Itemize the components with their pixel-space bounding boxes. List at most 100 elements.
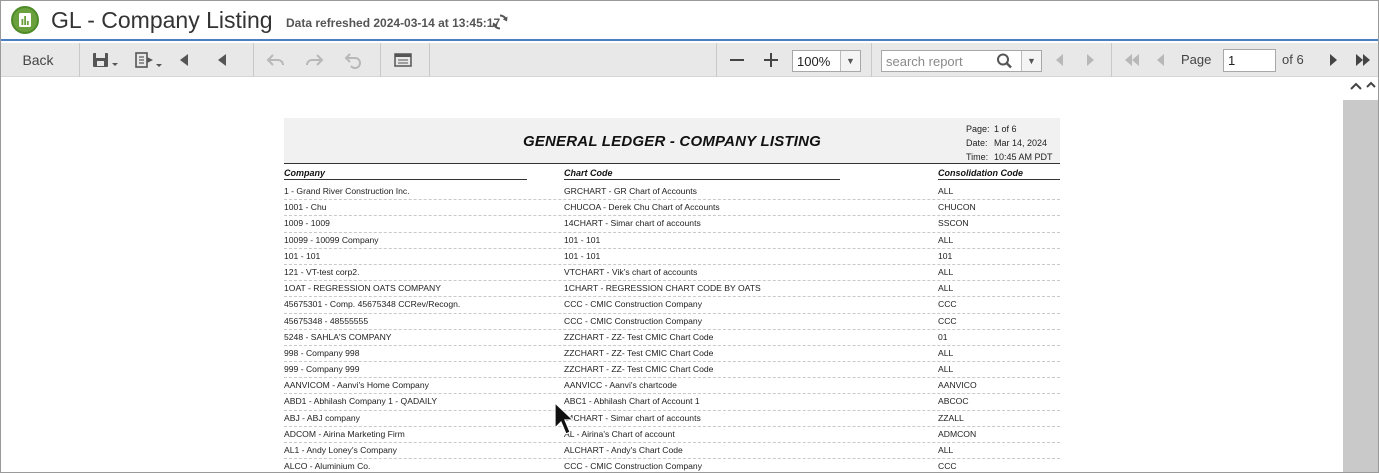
toggle-panel-icon (394, 53, 412, 67)
chart-code-cell: AL - Airina's Chart of account (564, 428, 675, 439)
search-icon[interactable] (995, 52, 1015, 70)
table-row: 1OAT - REGRESSION OATS COMPANY 1CHART - R… (284, 281, 1060, 298)
page-label: Page (1181, 52, 1212, 67)
table-row: 45675348 - 48555555 CCC - CMIC Constructi… (284, 314, 1060, 330)
chevron-down-icon[interactable]: ▼ (840, 51, 860, 71)
zoom-out-button[interactable] (725, 43, 749, 77)
page-title: GL - Company Listing (51, 7, 273, 33)
company-cell: AL1 - Andy Loney's Company (284, 445, 397, 455)
table-row: ABD1 - Abhilash Company 1 - QADAILY ABC1 … (284, 394, 1060, 411)
page-number-input[interactable] (1228, 53, 1272, 68)
report-header: GENERAL LEDGER - COMPANY LISTING Page: 1 … (284, 118, 1060, 164)
table-row: 5248 - SAHLA'S COMPANY ZZCHART - ZZ- Test… (284, 330, 1060, 346)
chart-code-cell: VTCHART - Vik's chart of accounts (564, 266, 698, 277)
consolidation-code-cell: 01 (938, 331, 948, 342)
report-toolbar: Back 100% ▼ search report ▼ Page 1 of 6 (1, 43, 1378, 77)
consolidation-code-cell: ALL (938, 186, 954, 196)
page-number-field[interactable] (1223, 49, 1276, 72)
chart-code-cell: 14CHART - Simar chart of accounts (564, 218, 701, 229)
app-logo-icon (11, 6, 39, 34)
chart-code-cell: CCC - CMIC Construction Company (564, 299, 703, 310)
consolidation-code-cell: ALL (938, 234, 954, 245)
find-prev-button[interactable] (1051, 43, 1069, 77)
export-button[interactable] (129, 43, 167, 77)
company-cell: 10099 - 10099 Company (284, 234, 379, 245)
search-input[interactable] (886, 53, 994, 69)
table-row: 999 - Company 999 ZZCHART - ZZ- Test CMIC… (284, 362, 1060, 379)
first-page-button[interactable] (1121, 43, 1143, 77)
report-meta-page: Page: 1 of 6 (966, 124, 1017, 134)
report-window: GL - Company Listing Data refreshed 2024… (0, 0, 1379, 473)
consolidation-code-cell: ALL (938, 266, 954, 277)
table-row: 101 - 101 101 - 101 101 (284, 249, 1060, 265)
chart-code-cell: CCC - CMIC Construction Company (564, 461, 703, 472)
consolidation-code-cell: ALL (938, 445, 954, 455)
chart-code-cell: 101 - 101 (564, 250, 601, 261)
consolidation-code-cell: CCC (938, 299, 957, 310)
toolbar-divider (429, 43, 430, 77)
company-cell: 1009 - 1009 (284, 218, 330, 229)
chevron-up-icon[interactable] (1349, 80, 1363, 94)
table-row: 45675301 - Comp. 45675348 CCRev/Recogn. C… (284, 297, 1060, 314)
next-page-button[interactable] (1323, 43, 1343, 77)
first-section-button[interactable] (173, 43, 195, 77)
undo-icon (266, 54, 284, 66)
report-meta-date: Date: Mar 14, 2024 (966, 138, 1048, 148)
company-cell: 1 - Grand River Construction Inc. (284, 186, 410, 196)
save-button[interactable] (87, 43, 123, 77)
company-cell: 121 - VT-test corp2. (284, 266, 360, 277)
company-cell: ABJ - ABJ company (284, 412, 360, 423)
consolidation-code-cell: CCC (938, 315, 957, 326)
chart-code-cell: ZZCHART - ZZ- Test CMIC Chart Code (564, 331, 714, 342)
table-row: AL1 - Andy Loney's Company ALCHART - Andy… (284, 443, 1060, 460)
vertical-scrollbar[interactable] (1343, 78, 1378, 472)
mouse-cursor-icon (554, 402, 575, 435)
redo-button[interactable] (301, 43, 327, 77)
report-viewer: GENERAL LEDGER - COMPANY LISTING Page: 1 … (1, 78, 1343, 472)
chart-code-cell: 1CHART - REGRESSION CHART CODE BY OATS (564, 283, 761, 294)
report-title: GENERAL LEDGER - COMPANY LISTING (522, 133, 822, 150)
chart-code-cell: GRCHART - GR Chart of Accounts (564, 186, 697, 196)
consolidation-code-cell: 101 (938, 250, 953, 261)
back-button[interactable]: Back (1, 43, 75, 77)
next-page-icon (1330, 54, 1337, 66)
first-section-icon (180, 54, 188, 66)
report-rows: 1 - Grand River Construction Inc. GRCHART… (284, 184, 1060, 472)
consolidation-code-cell: AANVICO (938, 380, 977, 391)
prev-section-button[interactable] (211, 43, 233, 77)
zoom-in-button[interactable] (759, 43, 783, 77)
company-cell: ADCOM - Airina Marketing Firm (284, 428, 405, 439)
consolidation-code-cell: ALL (938, 364, 954, 375)
chart-code-cell: 14CHART - Simar chart of accounts (564, 412, 701, 423)
table-row: 1009 - 1009 14CHART - Simar chart of acco… (284, 216, 1060, 233)
search-report-field[interactable]: ▼ (881, 50, 1042, 72)
title-bar: GL - Company Listing Data refreshed 2024… (1, 1, 1378, 41)
scrollbar-track[interactable] (1343, 100, 1378, 472)
chevron-down-icon[interactable]: ▼ (1021, 51, 1041, 71)
table-row: ABJ - ABJ company 14CHART - Simar chart o… (284, 411, 1060, 427)
prev-page-button[interactable] (1151, 43, 1171, 77)
report-meta-time: Time: 10:45 AM PDT (966, 152, 1053, 162)
table-row: 1 - Grand River Construction Inc. GRCHART… (284, 184, 1060, 201)
column-header-chart-code: Chart Code (564, 168, 840, 180)
scroll-top-icon[interactable] (1365, 80, 1377, 94)
page-count: of 6 (1282, 52, 1304, 67)
consolidation-code-cell: ALL (938, 347, 954, 358)
find-next-button[interactable] (1081, 43, 1099, 77)
table-row: 998 - Company 998 ZZCHART - ZZ- Test CMIC… (284, 346, 1060, 363)
undo-button[interactable] (263, 43, 289, 77)
zoom-select[interactable]: 100% ▼ (792, 50, 861, 72)
company-cell: 999 - Company 999 (284, 364, 360, 375)
redo-icon (306, 54, 324, 66)
table-row: ALCO - Aluminium Co. CCC - CMIC Construct… (284, 459, 1060, 472)
find-prev-icon (1056, 54, 1063, 66)
reset-button[interactable] (341, 43, 367, 77)
refresh-icon[interactable] (491, 13, 509, 31)
toggle-panel-button[interactable] (390, 43, 416, 77)
company-cell: 1001 - Chu (284, 202, 327, 213)
chart-code-cell: ZZCHART - ZZ- Test CMIC Chart Code (564, 364, 714, 375)
last-page-button[interactable] (1351, 43, 1375, 77)
company-cell: 45675301 - Comp. 45675348 CCRev/Recogn. (284, 299, 461, 310)
prev-page-icon (1157, 54, 1164, 66)
toolbar-divider (79, 43, 80, 77)
